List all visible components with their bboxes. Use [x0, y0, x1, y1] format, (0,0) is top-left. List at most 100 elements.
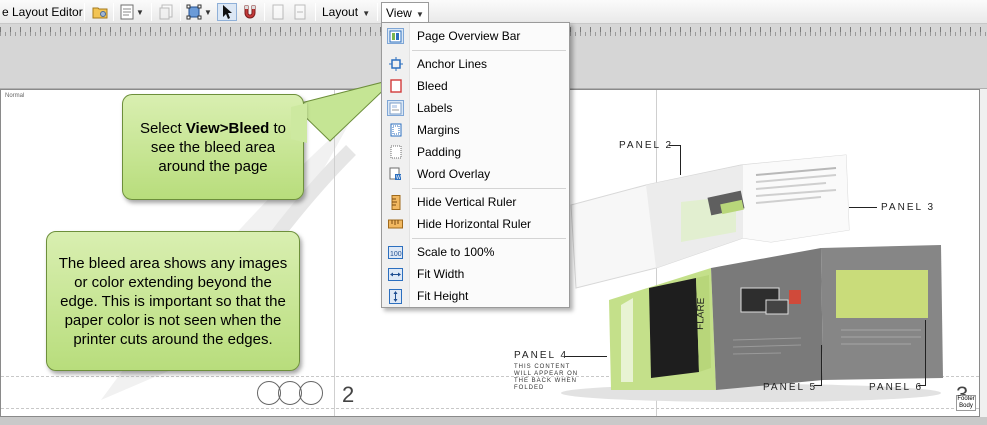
toolbar-separator: [151, 3, 152, 21]
bleed-icon: [387, 78, 404, 94]
menu-item-label: Word Overlay: [417, 167, 491, 181]
menu-item-label: Margins: [417, 123, 460, 137]
bleed-callout-command: View>Bleed: [185, 119, 270, 137]
page-icon: [120, 4, 134, 20]
leader-line: [814, 385, 822, 386]
copy-page-button[interactable]: [156, 3, 176, 21]
layout-menu-label: Layout: [322, 5, 359, 19]
toolbar-separator: [264, 3, 265, 21]
page-overview-icon: [387, 28, 404, 44]
margin-guide: [1, 408, 979, 409]
page-icon: [294, 4, 306, 20]
page-after-button[interactable]: [290, 3, 310, 21]
decor-circle: [299, 381, 323, 405]
page-before-button[interactable]: [268, 3, 288, 21]
bleed-callout-text: Select View>Bleed to see the bleed area …: [133, 119, 293, 176]
menu-item-bleed[interactable]: Bleed: [382, 75, 569, 97]
fit-height-icon: [387, 288, 404, 304]
scale-100-icon: 100: [387, 244, 404, 260]
chevron-down-icon: ▼: [136, 7, 144, 17]
pointer-icon: [223, 5, 232, 19]
product-name: FLARE: [695, 297, 707, 330]
panel-3-label: PANEL 3: [881, 202, 936, 213]
toolbar-separator: [113, 3, 114, 21]
menu-separator: [412, 238, 566, 239]
page-options-button[interactable]: ▼: [117, 3, 147, 21]
menu-item-fit-height[interactable]: Fit Height: [382, 285, 569, 307]
menu-item-label: Bleed: [417, 79, 448, 93]
panel-4-label: PANEL 4: [514, 350, 569, 361]
panel-6-label: PANEL 6: [869, 382, 924, 393]
select-tool-button[interactable]: [217, 3, 237, 21]
callout-pointer-join: [291, 103, 307, 143]
word-overlay-icon: W: [387, 166, 404, 182]
menu-item-label: Hide Vertical Ruler: [417, 195, 517, 209]
toolbar-separator: [180, 3, 181, 21]
layout-menu[interactable]: Layout ▼: [318, 2, 374, 22]
menu-item-label: Fit Height: [417, 289, 469, 303]
chevron-down-icon: ▼: [413, 10, 424, 19]
panel-4-note: THIS CONTENT WILL APPEAR ON THE BACK WHE…: [514, 364, 579, 391]
menu-item-label: Padding: [417, 145, 462, 159]
magnet-icon: [244, 5, 256, 19]
view-menu-label: View: [386, 6, 412, 20]
chevron-down-icon: ▼: [204, 7, 212, 17]
chevron-down-icon: ▼: [360, 9, 371, 18]
menu-separator: [412, 50, 566, 51]
panel-5-label: PANEL 5: [763, 382, 818, 393]
menu-item-scale-to-100[interactable]: 100 Scale to 100%: [382, 241, 569, 263]
menu-item-word-overlay[interactable]: W Word Overlay: [382, 163, 569, 185]
toolbar-separator: [315, 3, 316, 21]
editor-title: e Layout Editor: [2, 5, 83, 19]
toolbar-separator: [377, 3, 378, 21]
leader-line: [849, 207, 877, 208]
folder-gear-icon: [92, 7, 108, 19]
toolbar-separator: [84, 3, 85, 21]
menu-item-padding[interactable]: Padding: [382, 141, 569, 163]
view-dropdown-menu: Page Overview Bar Anchor Lines Bleed Lab…: [381, 22, 570, 308]
page-number-left: 2: [342, 382, 355, 407]
panel-2-label: PANEL 2: [619, 140, 674, 151]
leader-line: [565, 356, 607, 357]
copy-icon: [159, 4, 173, 20]
anchor-lines-icon: [387, 56, 404, 72]
bleed-callout: Select View>Bleed to see the bleed area …: [122, 94, 304, 200]
menu-item-label: Scale to 100%: [417, 245, 495, 259]
menu-item-label: Fit Width: [417, 267, 465, 281]
snap-button[interactable]: [240, 3, 260, 21]
menu-item-fit-width[interactable]: Fit Width: [382, 263, 569, 285]
menu-item-label: Hide Horizontal Ruler: [417, 217, 532, 231]
frame-tool-button[interactable]: ▼: [184, 3, 214, 21]
page-type-label: Normal: [5, 93, 25, 99]
leader-line: [680, 145, 681, 175]
menu-item-margins[interactable]: Margins: [382, 119, 569, 141]
bleed-callout-prefix: Select: [139, 119, 186, 137]
svg-text:100: 100: [390, 251, 402, 258]
menu-item-label: Anchor Lines: [417, 57, 488, 71]
menu-item-hide-horizontal-ruler[interactable]: Hide Horizontal Ruler: [382, 213, 569, 235]
menu-item-label: Page Overview Bar: [417, 29, 521, 43]
horizontal-ruler-icon: [387, 216, 404, 232]
leader-line: [918, 385, 926, 386]
labels-icon: [387, 100, 404, 116]
page-icon: [272, 4, 284, 20]
menu-item-labels[interactable]: Labels: [382, 97, 569, 119]
padding-icon: [387, 144, 404, 160]
menu-item-anchor-lines[interactable]: Anchor Lines: [382, 53, 569, 75]
open-folder-button[interactable]: [90, 3, 110, 21]
fit-width-icon: [387, 266, 404, 282]
horizontal-scrollbar[interactable]: [0, 417, 987, 425]
footer-tag: Footer Body: [956, 395, 976, 411]
toolbar: e Layout Editor ▼ ▼ Layout ▼ View ▼: [0, 0, 987, 24]
leader-line: [925, 320, 926, 385]
menu-item-hide-vertical-ruler[interactable]: Hide Vertical Ruler: [382, 191, 569, 213]
menu-item-label: Labels: [417, 101, 453, 115]
margins-icon: [387, 122, 404, 138]
info-callout: The bleed area shows any images or color…: [46, 231, 300, 371]
menu-item-page-overview-bar[interactable]: Page Overview Bar: [382, 25, 569, 47]
frame-icon: [186, 4, 202, 20]
svg-text:W: W: [396, 175, 401, 181]
view-menu-button[interactable]: View ▼: [381, 2, 429, 22]
menu-separator: [412, 188, 566, 189]
vertical-ruler-icon: [387, 194, 404, 210]
